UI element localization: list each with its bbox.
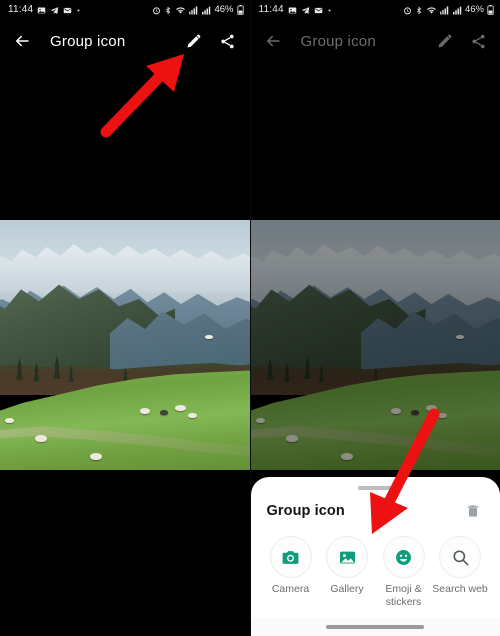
action-emoji-stickers[interactable]: Emoji & stickers bbox=[376, 536, 432, 609]
back-arrow-icon[interactable] bbox=[12, 31, 32, 51]
pencil-icon[interactable] bbox=[434, 31, 454, 51]
battery-percent: 46% bbox=[464, 4, 484, 16]
emoji-smiley-icon bbox=[382, 536, 425, 578]
trash-icon[interactable] bbox=[462, 500, 484, 522]
signal-icon bbox=[202, 6, 211, 15]
wifi-icon bbox=[426, 6, 437, 15]
bluetooth-icon bbox=[415, 6, 423, 15]
pencil-icon[interactable] bbox=[184, 31, 204, 51]
battery-icon bbox=[487, 5, 494, 15]
mail-icon bbox=[63, 6, 72, 15]
screenshot-root: 11:44 46% Group icon 11:44 46% Group ico… bbox=[0, 0, 500, 636]
sheet-action-row: Camera Gallery Emoji & stickers Search w… bbox=[251, 522, 500, 609]
alarm-icon bbox=[403, 6, 412, 15]
bluetooth-icon bbox=[164, 6, 172, 15]
status-bar-left: 11:44 46% bbox=[0, 0, 250, 20]
mountain-landscape-photo bbox=[250, 220, 500, 470]
gallery-image-icon bbox=[326, 536, 368, 578]
page-title: Group icon bbox=[300, 32, 376, 50]
mail-icon bbox=[314, 6, 323, 15]
system-navigation-bar bbox=[250, 618, 500, 636]
telegram-icon bbox=[50, 6, 59, 15]
app-toolbar-right: Group icon bbox=[251, 20, 500, 62]
status-bar-right-cluster: 46% bbox=[152, 4, 244, 16]
status-time: 11:44 bbox=[8, 4, 34, 15]
status-bar-left-cluster: 11:44 bbox=[259, 5, 332, 15]
mountain-landscape-photo bbox=[0, 220, 250, 470]
page-title: Group icon bbox=[50, 32, 126, 50]
dot-icon bbox=[76, 8, 81, 13]
action-label: Gallery bbox=[330, 583, 364, 595]
dot-icon bbox=[327, 8, 332, 13]
sheet-header: Group icon bbox=[251, 490, 500, 522]
network-icon bbox=[189, 6, 199, 15]
gallery-icon bbox=[37, 6, 46, 15]
status-time: 11:44 bbox=[258, 4, 284, 15]
action-label: Search web bbox=[432, 583, 488, 595]
status-bar-right-cluster: 46% bbox=[403, 5, 494, 15]
gallery-icon bbox=[288, 6, 297, 15]
alarm-icon bbox=[152, 6, 161, 15]
sheet-title: Group icon bbox=[266, 503, 345, 519]
network-icon bbox=[439, 6, 450, 15]
action-label: Emoji & stickers bbox=[385, 583, 422, 609]
phone-screen-left: 11:44 46% Group icon bbox=[0, 0, 250, 636]
phone-screen-right: 11:44 46% Group icon Group icon Camera G… bbox=[249, 0, 500, 636]
wifi-icon bbox=[175, 6, 186, 15]
status-bar-left-cluster: 11:44 bbox=[8, 5, 81, 15]
share-icon[interactable] bbox=[218, 31, 238, 51]
action-label: Camera bbox=[271, 583, 310, 595]
share-icon[interactable] bbox=[468, 31, 488, 51]
telegram-icon bbox=[301, 6, 310, 15]
image-source-bottom-sheet: Group icon Camera Gallery Emoji & sticke… bbox=[250, 477, 500, 636]
action-gallery[interactable]: Gallery bbox=[319, 536, 375, 609]
home-indicator[interactable] bbox=[326, 625, 425, 629]
photo-preview-left[interactable] bbox=[0, 220, 250, 470]
photo-preview-right[interactable] bbox=[250, 220, 500, 470]
battery-icon bbox=[236, 5, 244, 15]
signal-icon bbox=[452, 6, 462, 15]
back-arrow-icon[interactable] bbox=[263, 31, 283, 51]
action-camera[interactable]: Camera bbox=[263, 536, 319, 609]
search-icon bbox=[439, 536, 481, 578]
camera-icon bbox=[269, 536, 312, 578]
app-toolbar-left: Group icon bbox=[0, 20, 250, 62]
action-search-web[interactable]: Search web bbox=[432, 536, 488, 609]
battery-percent: 46% bbox=[214, 4, 234, 16]
status-bar-right: 11:44 46% bbox=[251, 0, 500, 20]
dim-overlay bbox=[250, 220, 500, 470]
